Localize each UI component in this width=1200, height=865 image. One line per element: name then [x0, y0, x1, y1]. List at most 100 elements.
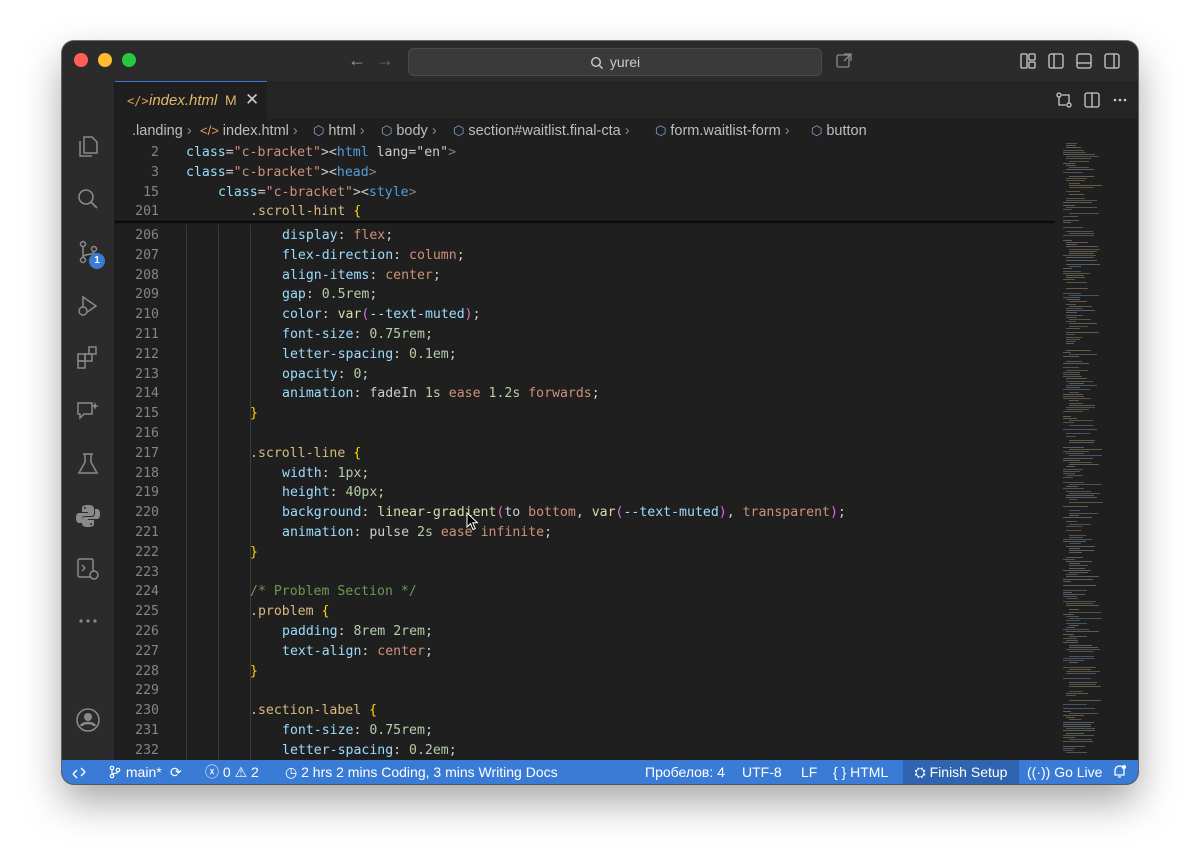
- code-line[interactable]: 213 opacity: 0;: [115, 365, 1055, 385]
- command-center-search[interactable]: yurei: [408, 48, 822, 76]
- code-line[interactable]: 207 flex-direction: column;: [115, 246, 1055, 266]
- code-line[interactable]: 217 .scroll-line {: [115, 444, 1055, 464]
- more-actions-icon[interactable]: [1111, 91, 1129, 109]
- extensions-icon[interactable]: [75, 345, 101, 371]
- code-line[interactable]: 212 letter-spacing: 0.1em;: [115, 345, 1055, 365]
- minimap-line: [1063, 429, 1097, 430]
- code-line[interactable]: 206 display: flex;: [115, 226, 1055, 246]
- chat-icon[interactable]: [75, 398, 101, 424]
- minimap-line: [1063, 371, 1081, 373]
- minimap-line: [1069, 543, 1082, 545]
- line-number: 212: [135, 346, 159, 362]
- minimap-line: [1069, 182, 1081, 184]
- breadcrumb-item[interactable]: ⬡ section#waitlist.final-cta ›: [453, 119, 630, 143]
- accounts-icon[interactable]: [75, 707, 101, 733]
- code-line[interactable]: 209 gap: 0.5rem;: [115, 285, 1055, 305]
- branch-status[interactable]: main*: [108, 760, 162, 784]
- explorer-icon[interactable]: [75, 133, 101, 159]
- element-icon: ⬡: [313, 123, 325, 138]
- code-line[interactable]: 226 padding: 8rem 2rem;: [115, 622, 1055, 642]
- minimap-line: [1063, 677, 1091, 679]
- python-icon[interactable]: [75, 503, 101, 529]
- close-tab-icon[interactable]: ✕: [245, 90, 259, 110]
- minimap-line: [1063, 541, 1087, 543]
- close-window-button[interactable]: [74, 53, 88, 67]
- sticky-line[interactable]: 3 class="c-bracket"><head>: [115, 162, 1055, 183]
- code-line[interactable]: 228}: [115, 662, 1055, 682]
- time-tracking-status[interactable]: ◷ 2 hrs 2 mins Coding, 3 mins Writing Do…: [285, 760, 558, 784]
- code-line[interactable]: 211 font-size: 0.75rem;: [115, 325, 1055, 345]
- line-code: opacity: 0;: [282, 366, 370, 382]
- go-live-status[interactable]: ((·)) Go Live: [1027, 760, 1102, 784]
- arrow-left-icon[interactable]: ←: [348, 49, 366, 71]
- code-line[interactable]: 224 /* Problem Section */: [115, 582, 1055, 602]
- code-line[interactable]: 222}: [115, 543, 1055, 563]
- breadcrumb-item[interactable]: ⬡ form.waitlist-form ›: [655, 119, 790, 143]
- minimap-line: [1066, 732, 1084, 734]
- breadcrumb-item[interactable]: ⬡ html ›: [313, 119, 365, 143]
- code-line[interactable]: 231 font-size: 0.75rem;: [115, 721, 1055, 741]
- code-line[interactable]: 220 background: linear-gradient(to bottom…: [115, 503, 1055, 523]
- problems-status[interactable]: ⓧ 0 ⚠ 2: [205, 760, 259, 784]
- open-changes-icon[interactable]: [1055, 91, 1073, 109]
- run-and-debug-icon[interactable]: [75, 293, 101, 319]
- line-code: letter-spacing: 0.2em;: [282, 742, 457, 758]
- sticky-line[interactable]: 201 .scroll-hint {: [115, 202, 1055, 223]
- eol-status[interactable]: LF: [801, 760, 817, 784]
- copilot-finish-setup[interactable]: ⛭ Finish Setup: [903, 760, 1019, 784]
- toggle-secondary-sidebar-icon[interactable]: [1103, 52, 1121, 70]
- minimap-line: [1066, 490, 1092, 492]
- code-line[interactable]: 232 letter-spacing: 0.2em;: [115, 741, 1055, 760]
- arrow-right-icon[interactable]: →: [376, 49, 394, 71]
- testing-icon[interactable]: [75, 451, 101, 477]
- breadcrumb-item[interactable]: ⬡ body ›: [381, 119, 437, 143]
- sticky-line[interactable]: 2 class="c-bracket"><html lang="en">: [115, 143, 1055, 163]
- more-icon[interactable]: [75, 608, 101, 634]
- warning-count: 2: [251, 764, 259, 780]
- indentation-status[interactable]: Пробелов: 4: [645, 760, 725, 784]
- open-in-new-window-icon[interactable]: [835, 52, 853, 70]
- breadcrumb-item[interactable]: </> index.html ›: [200, 119, 298, 143]
- customize-layout-icon[interactable]: [1019, 52, 1037, 70]
- search-icon[interactable]: [75, 186, 101, 212]
- breadcrumb-item[interactable]: .landing ›: [132, 119, 192, 143]
- maximize-window-button[interactable]: [122, 53, 136, 67]
- encoding-status[interactable]: UTF-8: [742, 760, 782, 784]
- minimap-line: [1066, 244, 1078, 246]
- code-line[interactable]: 223: [115, 563, 1055, 583]
- minimap-line: [1063, 596, 1078, 598]
- code-line[interactable]: 214 animation: fadeIn 1s ease 1.2s forwar…: [115, 384, 1055, 404]
- minimap-line: [1069, 651, 1095, 653]
- minimap-line: [1069, 424, 1094, 426]
- code-line[interactable]: 229: [115, 681, 1055, 701]
- sticky-line[interactable]: 15 class="c-bracket"><style>: [115, 182, 1055, 203]
- code-line[interactable]: 208 align-items: center;: [115, 266, 1055, 286]
- minimap-line: [1069, 572, 1088, 573]
- remote-indicator[interactable]: [62, 760, 96, 784]
- toggle-primary-sidebar-icon[interactable]: [1047, 52, 1065, 70]
- minimap-line: [1069, 464, 1099, 466]
- code-line[interactable]: 218 width: 1px;: [115, 464, 1055, 484]
- toggle-panel-icon[interactable]: [1075, 52, 1093, 70]
- breadcrumb-item[interactable]: ⬡ button: [811, 119, 867, 143]
- split-editor-icon[interactable]: [1083, 91, 1101, 109]
- minimap-line: [1066, 671, 1100, 672]
- warning-icon: ⚠: [234, 764, 248, 780]
- tab-index-html[interactable]: </> index.html M ✕: [115, 81, 267, 120]
- code-line[interactable]: 230 .section-label {: [115, 701, 1055, 721]
- code-line[interactable]: 221 animation: pulse 2s ease infinite;: [115, 523, 1055, 543]
- code-editor[interactable]: 2 class="c-bracket"><html lang="en"> 3 clas…: [115, 143, 1138, 760]
- code-line[interactable]: 215}: [115, 404, 1055, 424]
- minimize-window-button[interactable]: [98, 53, 112, 67]
- line-number: 218: [135, 465, 159, 481]
- notifications-bell-icon[interactable]: [1112, 760, 1127, 784]
- code-line[interactable]: 210 color: var(--text-muted);: [115, 305, 1055, 325]
- code-line[interactable]: 216: [115, 424, 1055, 444]
- sync-icon[interactable]: ⟳: [170, 760, 182, 784]
- code-line[interactable]: 225 .problem {: [115, 602, 1055, 622]
- minimap[interactable]: [1063, 143, 1125, 760]
- language-status[interactable]: { } HTML: [833, 760, 888, 784]
- code-line[interactable]: 219 height: 40px;: [115, 483, 1055, 503]
- code-line[interactable]: 227 text-align: center;: [115, 642, 1055, 662]
- remote-explorer-icon[interactable]: [75, 556, 101, 582]
